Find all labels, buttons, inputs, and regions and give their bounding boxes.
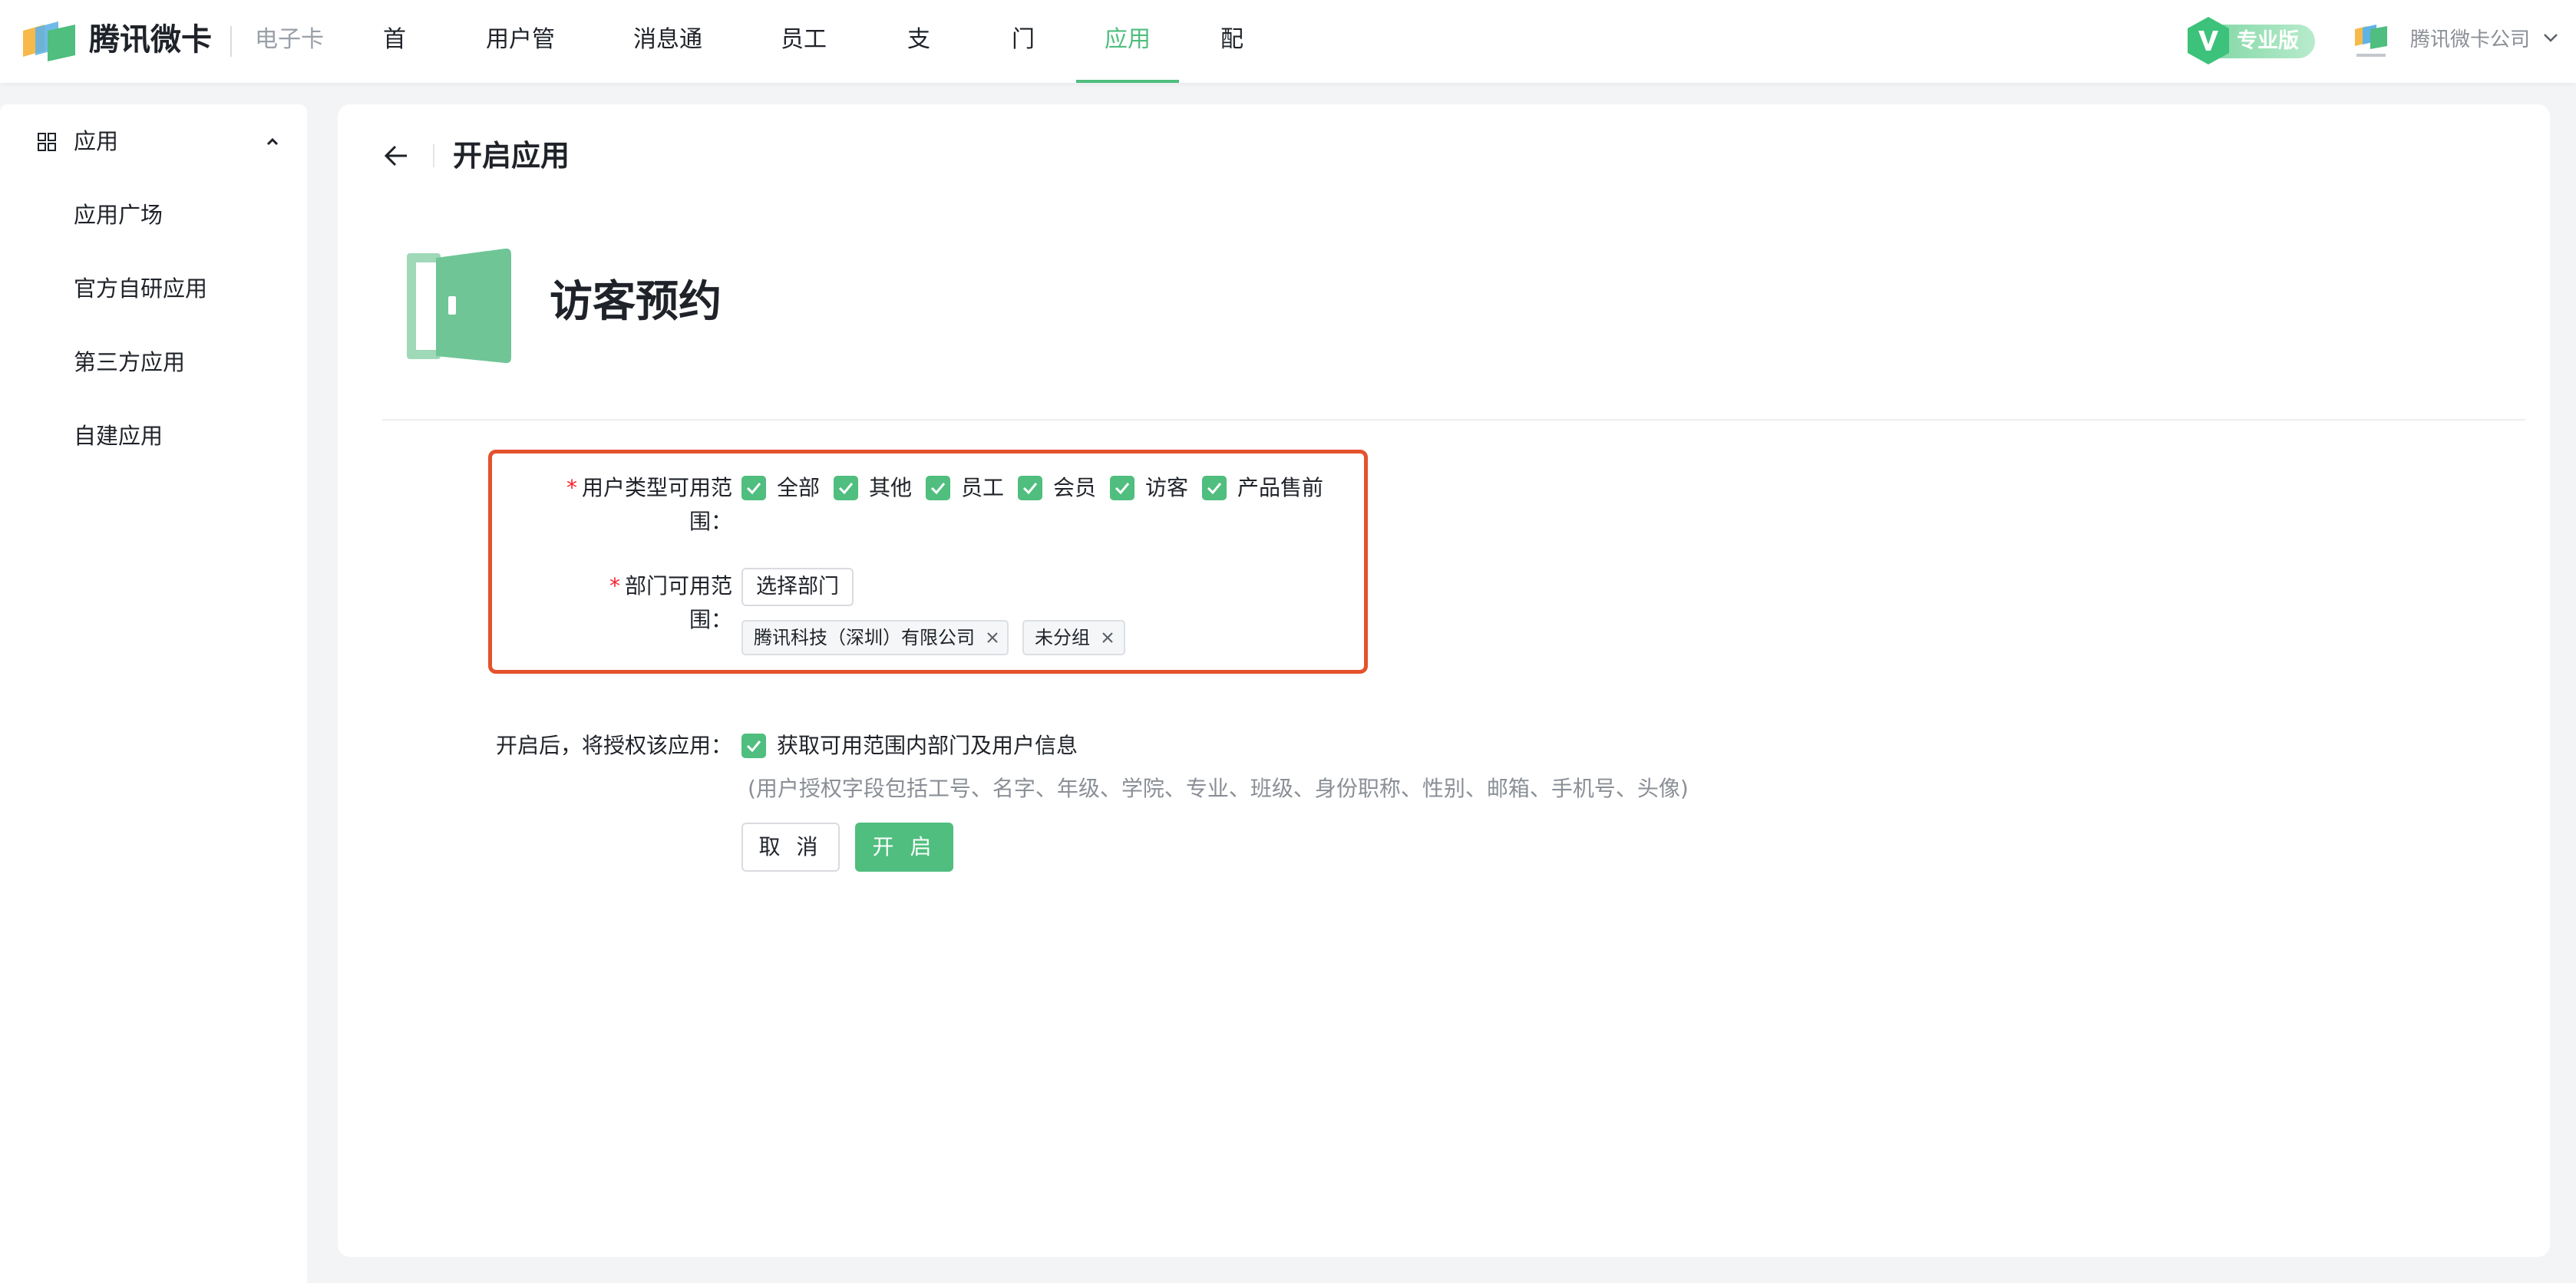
checkbox-presales[interactable]: 产品售前 (1202, 471, 1325, 505)
main-content-card: 开启应用 访客预约 * 用户类型可用范围： 全部 其他 员工 会员 访客 产品售前… (338, 104, 2550, 1257)
pro-edition-badge[interactable]: 专业版 (2185, 15, 2315, 64)
nav-apps[interactable]: 应用 (1076, 0, 1179, 83)
checkbox-checked-icon (741, 476, 766, 500)
sidebar-item-custom-apps[interactable]: 自建应用 (0, 399, 307, 473)
v-hexagon-icon (2188, 17, 2229, 64)
nav-notifications[interactable]: 消息通知 (623, 0, 712, 133)
checkbox-checked-icon (741, 734, 766, 758)
checkbox-all[interactable]: 全部 (741, 471, 820, 505)
checkbox-member[interactable]: 会员 (1018, 471, 1096, 505)
brand-divider (230, 26, 232, 57)
authorization-hint: (用户授权字段包括工号、名字、年级、学院、专业、班级、身份职称、性别、邮箱、手机… (748, 776, 1689, 801)
nav-settings[interactable]: 配置 (1210, 0, 1254, 133)
tencent-weika-logo (23, 21, 75, 61)
nav-user-management[interactable]: 用户管理 (476, 0, 565, 133)
close-icon[interactable] (986, 631, 999, 645)
checkbox-visitor[interactable]: 访客 (1110, 471, 1188, 505)
sidebar-item-label: 自建应用 (74, 423, 163, 449)
nav-payment[interactable]: 支付 (897, 0, 941, 133)
organization-logo (2355, 25, 2387, 57)
cancel-button[interactable]: 取 消 (741, 823, 840, 872)
select-department-button[interactable]: 选择部门 (741, 568, 854, 606)
checkbox-authorize-user-info[interactable]: 获取可用范围内部门及用户信息 (741, 729, 1095, 763)
department-scope-label: * 部门可用范围： (609, 573, 732, 632)
required-asterisk: * (566, 475, 577, 500)
checkbox-checked-icon (1202, 476, 1227, 500)
checkbox-checked-icon (926, 476, 950, 500)
checkbox-checked-icon (834, 476, 858, 500)
sidebar-item-label: 官方自研应用 (74, 275, 208, 302)
checkbox-checked-icon (1018, 476, 1042, 500)
authorize-label: 开启后，将授权该应用： (495, 733, 732, 758)
visitor-door-icon (407, 248, 511, 364)
sidebar-group-label: 应用 (74, 128, 119, 154)
checkbox-checked-icon (1110, 476, 1134, 500)
sidebar-item-label: 第三方应用 (74, 349, 186, 375)
sidebar: 应用 应用广场 官方自研应用 第三方应用 自建应用 (0, 104, 307, 1283)
checkbox-employee[interactable]: 员工 (926, 471, 1004, 505)
brand-name: 腾讯微卡 (89, 22, 212, 58)
required-asterisk: * (609, 573, 620, 599)
department-tag: 未分组 (1022, 620, 1125, 655)
chevron-down-icon[interactable] (2542, 29, 2559, 46)
title-divider (433, 144, 434, 167)
product-name: 电子卡 (255, 26, 324, 53)
enable-button[interactable]: 开 启 (855, 823, 953, 872)
app-name: 访客预约 (550, 277, 722, 327)
close-icon[interactable] (1101, 631, 1115, 645)
back-arrow-icon[interactable] (382, 141, 411, 170)
sidebar-item-label: 应用广场 (74, 202, 163, 228)
grid-icon (38, 133, 56, 151)
sidebar-item-app-plaza[interactable]: 应用广场 (0, 178, 307, 252)
department-tag: 腾讯科技（深圳）有限公司 (741, 620, 1009, 655)
sidebar-item-third-party-apps[interactable]: 第三方应用 (0, 325, 307, 399)
pro-badge-label: 专业版 (2237, 29, 2299, 53)
organization-name[interactable]: 腾讯微卡公司 (2410, 23, 2530, 57)
sidebar-group-apps[interactable]: 应用 (0, 104, 307, 178)
section-divider (382, 419, 2525, 421)
nav-home[interactable]: 首页 (373, 0, 416, 133)
nav-employee-card[interactable]: 员工卡 (771, 0, 837, 133)
page-title: 开启应用 (453, 139, 570, 173)
chevron-up-icon (266, 137, 279, 146)
nav-access-control[interactable]: 门禁 (1001, 0, 1045, 133)
top-navigation-bar: 腾讯微卡 电子卡 首页 用户管理 消息通知 员工卡 支付 门禁 应用 配置 专业… (0, 0, 2576, 133)
user-type-scope-label: * 用户类型可用范围： (566, 475, 732, 534)
checkbox-other[interactable]: 其他 (834, 471, 912, 505)
sidebar-item-official-apps[interactable]: 官方自研应用 (0, 252, 307, 325)
